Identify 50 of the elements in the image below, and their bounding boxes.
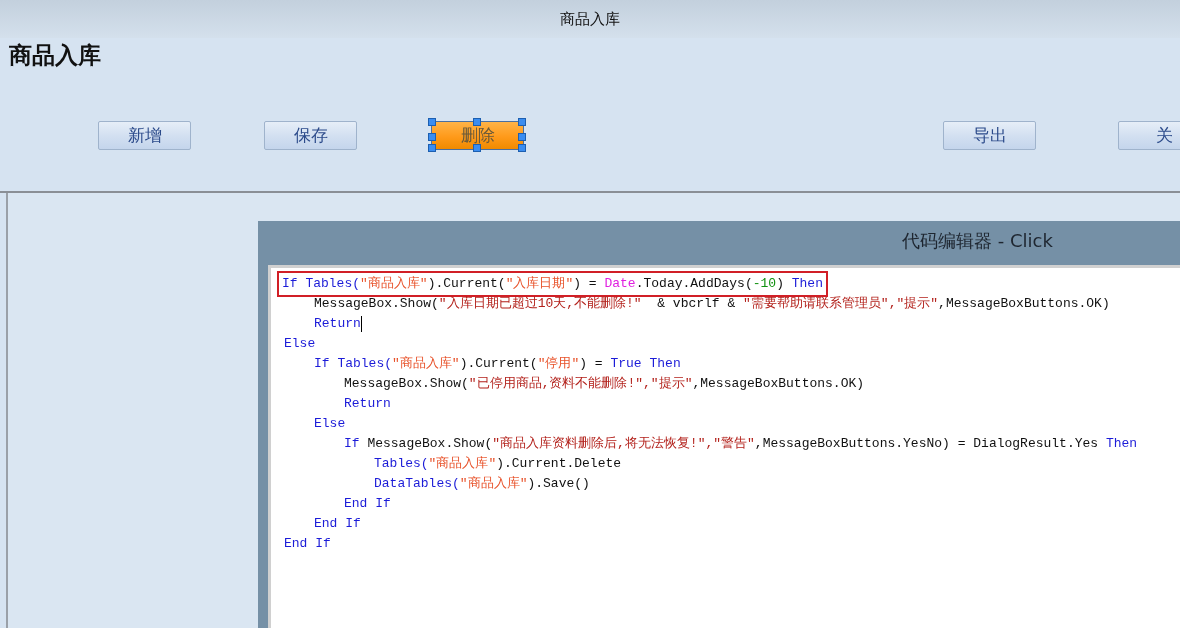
- code-token: "停用": [537, 355, 580, 373]
- code-token: ) =: [579, 355, 604, 373]
- code-token: If: [344, 435, 361, 453]
- code-token: ) =: [573, 276, 598, 291]
- form-button[interactable]: 新增: [98, 121, 191, 150]
- form-button[interactable]: 关: [1118, 121, 1180, 150]
- code-token: "需要帮助请联系管理员","提示": [743, 295, 939, 313]
- code-token: ).Current(: [459, 355, 538, 373]
- code-token: True Then: [610, 355, 681, 373]
- form-button[interactable]: 导出: [943, 121, 1036, 150]
- code-token: MessageBox.Show(: [367, 435, 493, 453]
- code-token: ,MessageBoxButtons.OK): [938, 295, 1110, 313]
- code-token: Date: [604, 276, 636, 291]
- code-token: DataTables(: [374, 475, 460, 493]
- code-token: "已停用商品,资料不能删除!","提示": [468, 375, 693, 393]
- code-token: Return: [344, 395, 391, 413]
- code-token: End If: [314, 515, 361, 533]
- editor-title: 代码编辑器 - Click: [901, 229, 1054, 253]
- code-token: End If: [284, 535, 331, 553]
- code-token: Else: [314, 415, 346, 433]
- code-token: "商品入库": [360, 276, 428, 291]
- code-token: ): [776, 276, 785, 291]
- code-token: "商品入库资料删除后,将无法恢复!","警告": [492, 435, 755, 453]
- code-token: If Tables(: [314, 355, 392, 373]
- code-token: Else: [284, 335, 316, 353]
- code-token: Then: [791, 276, 823, 291]
- code-token: -10: [752, 276, 777, 291]
- code-token: ).Save(): [527, 475, 590, 493]
- code-token: Then: [1105, 435, 1138, 453]
- code-token: MessageBox.Show(: [344, 375, 469, 393]
- code-token: "入库日期已超过10天,不能删除!": [438, 295, 642, 313]
- form-heading: 商品入库: [8, 41, 102, 70]
- code-token: & vbcrlf &: [656, 295, 737, 313]
- code-token: "商品入库": [459, 475, 528, 493]
- code-token: If Tables(: [282, 276, 360, 291]
- code-token: End If: [344, 495, 391, 513]
- code-token: "商品入库": [392, 355, 460, 373]
- code-token: ,MessageBoxButtons.YesNo) = DialogResult.Yes: [754, 435, 1100, 453]
- code-token: ).Current(: [427, 276, 506, 291]
- window-title: 商品入库: [0, 0, 1180, 38]
- code-token: ).Current.Delete: [496, 455, 622, 473]
- code-token: .Today.AddDays(: [635, 276, 753, 291]
- code-token: "商品入库": [428, 455, 497, 473]
- code-token: ,MessageBoxButtons.OK): [692, 375, 865, 393]
- code-token: "入库日期": [505, 276, 574, 291]
- code-token: Return: [314, 315, 361, 333]
- code-token: MessageBox.Show(: [314, 295, 439, 313]
- code-area[interactable]: [268, 265, 1180, 628]
- code-token: Tables(: [374, 455, 429, 473]
- form-button[interactable]: 保存: [264, 121, 357, 150]
